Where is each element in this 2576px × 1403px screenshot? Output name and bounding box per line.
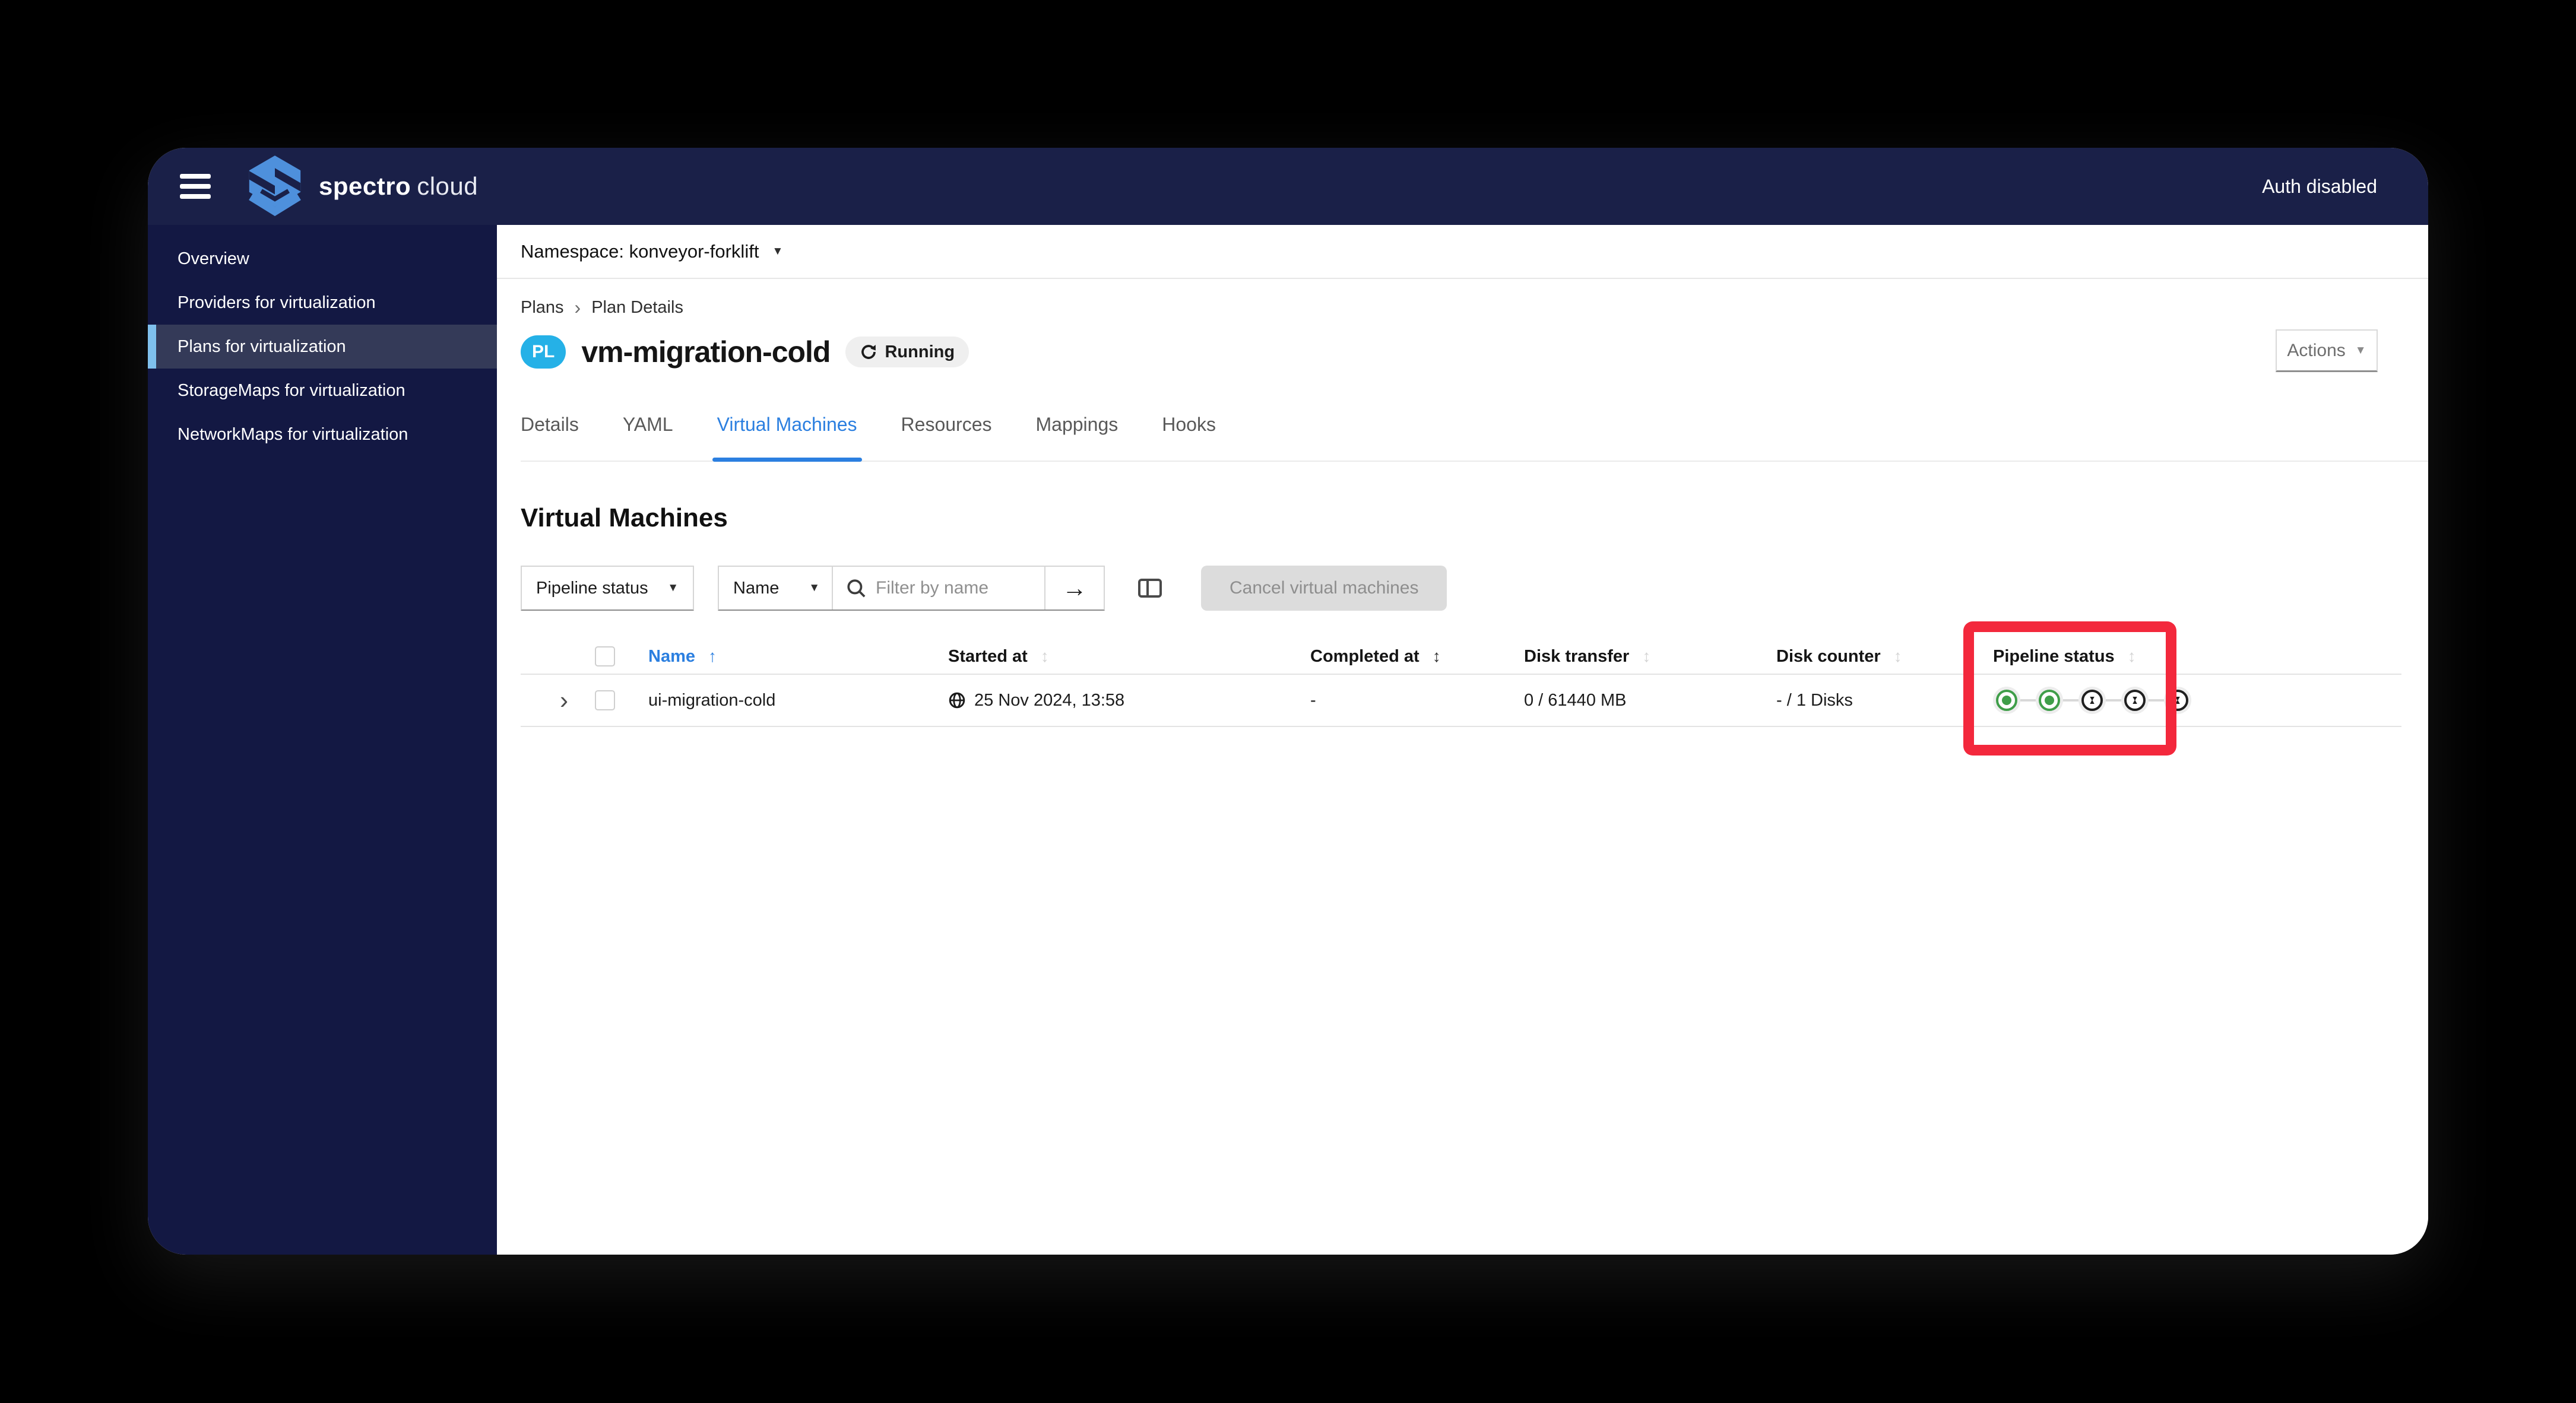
- table-row: › ui-migration-cold 25 Nov 2024, 13:58 -…: [521, 674, 2401, 727]
- arrow-right-icon: →: [1062, 574, 1087, 602]
- tab-label: Virtual Machines: [717, 414, 857, 435]
- tab[interactable]: Mappings: [1036, 414, 1119, 461]
- vm-name-cell: ui-migration-cold: [648, 690, 776, 710]
- actions-button[interactable]: Actions ▼: [2276, 329, 2378, 372]
- columns-icon: [1138, 579, 1162, 598]
- sidebar-item[interactable]: Plans for virtualization: [148, 325, 497, 369]
- chevron-right-icon: ›: [560, 686, 568, 714]
- column-header-disk-counter[interactable]: Disk counter ↕: [1776, 647, 1993, 666]
- disk-counter-cell: - / 1 Disks: [1776, 690, 1853, 710]
- hourglass-icon: [2175, 697, 2180, 704]
- sort-icon: ↕: [1040, 647, 1049, 665]
- completed-at-cell: -: [1310, 690, 1316, 710]
- pipeline-status-filter-label: Pipeline status: [536, 578, 648, 598]
- filter-toolbar: Pipeline status ▼ Name ▼ Filter by name …: [521, 566, 2401, 611]
- manage-columns-button[interactable]: [1137, 576, 1163, 600]
- cancel-virtual-machines-button[interactable]: Cancel virtual machines: [1201, 566, 1447, 611]
- sidebar-item[interactable]: NetworkMaps for virtualization: [148, 412, 497, 456]
- sidebar-item[interactable]: StorageMaps for virtualization: [148, 369, 497, 412]
- tab-label: Mappings: [1035, 414, 1119, 435]
- tab-label: Resources: [901, 414, 992, 435]
- tab[interactable]: YAML: [623, 414, 673, 461]
- sort-icon: ↕: [1432, 647, 1441, 665]
- auth-status-label: Auth disabled: [2262, 175, 2377, 197]
- spectro-cloud-logo-icon: [246, 155, 303, 217]
- plan-title-row: PL vm-migration-cold Running: [521, 328, 2401, 376]
- tab-label: Details: [521, 414, 579, 435]
- search-filter-group: Name ▼ →: [718, 566, 1105, 611]
- select-all-checkbox[interactable]: [595, 646, 615, 666]
- pipeline-step-icon: [1993, 687, 2036, 714]
- sidebar-item-label: Plans for virtualization: [178, 337, 346, 356]
- tab-label: YAML: [622, 414, 673, 435]
- pipeline-status-filter-select[interactable]: Pipeline status ▼: [521, 566, 694, 611]
- filter-attribute-label: Name: [733, 578, 780, 598]
- search-input[interactable]: [876, 578, 1042, 598]
- column-header-pipeline-status[interactable]: Pipeline status ↕: [1993, 647, 2242, 666]
- tab[interactable]: Hooks: [1162, 414, 1216, 461]
- globe-icon: [949, 692, 965, 709]
- breadcrumb-separator-icon: ›: [574, 297, 581, 318]
- chevron-down-icon: ▼: [667, 582, 679, 594]
- sidebar-item[interactable]: Providers for virtualization: [148, 281, 497, 325]
- app-window: spectro cloud Auth disabled Overview Prov…: [148, 148, 2428, 1255]
- sidebar-item-label: StorageMaps for virtualization: [178, 380, 405, 400]
- sidebar-item[interactable]: Overview: [148, 237, 497, 281]
- refresh-icon: [861, 345, 876, 359]
- brand-text: spectro cloud: [319, 172, 479, 200]
- section-heading: Virtual Machines: [521, 503, 728, 532]
- hourglass-icon: [2133, 697, 2137, 704]
- breadcrumb-plans-link[interactable]: Plans: [521, 298, 564, 318]
- sort-icon: ↕: [2127, 647, 2136, 665]
- sort-icon: ↕: [1893, 647, 1902, 665]
- pipeline-step-icon: [2036, 687, 2078, 714]
- column-header-name[interactable]: Name ↑: [622, 647, 948, 666]
- tab[interactable]: Resources: [901, 414, 992, 461]
- breadcrumb: Plans › Plan Details: [521, 297, 2401, 319]
- page-title: vm-migration-cold: [581, 335, 831, 369]
- pipeline-step-icon: [2164, 687, 2191, 714]
- actions-button-label: Actions: [2287, 340, 2346, 360]
- tab[interactable]: Details: [521, 414, 579, 461]
- tab[interactable]: Virtual Machines: [712, 414, 862, 462]
- chevron-down-icon: ▼: [772, 245, 784, 258]
- sidebar-item-label: NetworkMaps for virtualization: [178, 424, 408, 444]
- sort-icon: ↕: [1642, 647, 1651, 665]
- chevron-down-icon: ▼: [2355, 344, 2366, 357]
- started-at-cell: 25 Nov 2024, 13:58: [948, 691, 1310, 710]
- row-checkbox[interactable]: [595, 690, 615, 710]
- column-header-disk-transfer[interactable]: Disk transfer ↕: [1524, 647, 1776, 666]
- column-header-completed-at[interactable]: Completed at ↕: [1310, 647, 1524, 666]
- sort-ascending-icon: ↑: [708, 647, 717, 665]
- tab-label: Hooks: [1162, 414, 1216, 435]
- hourglass-icon: [2090, 697, 2095, 704]
- pipeline-status-cell: [1993, 687, 2242, 714]
- chevron-down-icon: ▼: [809, 582, 820, 594]
- status-badge: Running: [845, 337, 969, 367]
- filter-attribute-select[interactable]: Name ▼: [719, 567, 833, 610]
- virtual-machines-table: Name ↑ Started at ↕ Completed at ↕ Disk …: [521, 639, 2401, 727]
- sidebar-nav: Overview Providers for virtualization Pl…: [148, 225, 497, 1255]
- apply-filter-button[interactable]: →: [1044, 567, 1104, 610]
- namespace-label: Namespace: konveyor-forklift: [521, 240, 759, 262]
- pipeline-step-icon: [2121, 687, 2164, 714]
- sidebar-item-label: Overview: [178, 249, 249, 268]
- top-bar: spectro cloud Auth disabled: [148, 148, 2428, 225]
- namespace-selector[interactable]: Namespace: konveyor-forklift ▼: [497, 225, 2428, 279]
- pipeline-step-icon: [2078, 687, 2121, 714]
- plan-tabs: Details YAML Virtual Machines Resources: [521, 414, 2428, 462]
- column-header-started-at[interactable]: Started at ↕: [948, 647, 1310, 666]
- sidebar-item-label: Providers for virtualization: [178, 293, 376, 312]
- status-label: Running: [885, 342, 955, 361]
- disk-transfer-cell: 0 / 61440 MB: [1524, 690, 1627, 710]
- plan-kind-badge: PL: [521, 335, 566, 369]
- breadcrumb-current: Plan Details: [591, 298, 683, 317]
- search-icon: [847, 579, 866, 598]
- table-header-row: Name ↑ Started at ↕ Completed at ↕ Disk …: [521, 639, 2401, 674]
- hamburger-menu-icon[interactable]: [180, 174, 211, 199]
